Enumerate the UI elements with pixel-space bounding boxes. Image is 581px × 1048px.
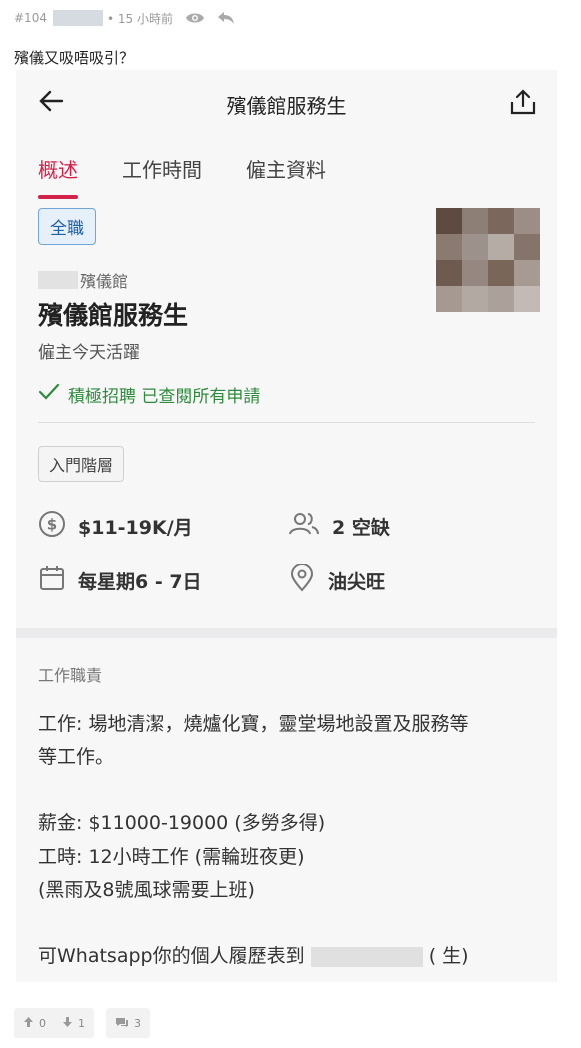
divider	[38, 422, 535, 423]
tab-overview[interactable]: 概述	[38, 154, 78, 199]
upvote-count: 0	[39, 1016, 46, 1030]
duties-heading: 工作職責	[38, 666, 103, 685]
salary-info: $ $11-19K/月	[38, 510, 193, 543]
schedule-info: 每星期6 - 7日	[38, 564, 202, 597]
employer-name-redacted	[38, 271, 78, 289]
app-topbar: 殯儀館服務生	[16, 70, 557, 134]
location-info: 油尖旺	[288, 563, 386, 597]
arrow-down-icon[interactable]	[62, 1016, 73, 1031]
employer-activity: 僱主今天活躍	[38, 343, 140, 363]
location-pin-icon	[288, 563, 316, 597]
eye-icon[interactable]	[185, 11, 205, 25]
upvote-button[interactable]: 0 1	[14, 1008, 94, 1038]
duties-line-2: 等工作。	[38, 746, 115, 768]
share-icon[interactable]	[509, 88, 537, 120]
reply-icon[interactable]	[217, 11, 235, 25]
contact-suffix: ( 生)	[428, 945, 469, 967]
downvote-count: 1	[78, 1016, 85, 1030]
vacancy-text: 2 空缺	[332, 517, 390, 539]
weather-detail: (黑雨及8號風球需要上班)	[38, 879, 255, 901]
tab-employer-info[interactable]: 僱主資料	[246, 154, 326, 183]
job-title: 殯儀館服務生	[38, 301, 189, 330]
level-badge: 入門階層	[38, 446, 125, 482]
reply-count: 3	[134, 1016, 141, 1030]
job-screenshot: 殯儀館服務生 概述 工作時間 僱主資料 全職 殯儀館 殯儀館服務生 僱主今天活躍…	[16, 70, 557, 982]
salary-text: $11-19K/月	[78, 517, 193, 539]
hours-detail: 工時: 12小時工作 (需輪班夜更)	[38, 846, 305, 868]
hiring-status-text: 積極招聘 已查閱所有申請	[68, 387, 261, 407]
page-title: 殯儀館服務生	[226, 94, 347, 118]
hiring-status: 積極招聘 已查閱所有申請	[38, 382, 260, 407]
contact-prefix: 可Whatsapp你的個人履歷表到	[38, 945, 305, 967]
dollar-icon: $	[38, 510, 66, 543]
people-icon	[288, 510, 320, 543]
post-title: 殯儀又吸唔吸引？	[14, 49, 135, 67]
post-time: • 15 小時前	[106, 11, 173, 26]
salary-detail: 薪金: $11000-19000 (多勞多得)	[38, 812, 326, 834]
check-icon	[38, 383, 60, 406]
location-text: 油尖旺	[328, 571, 386, 593]
username-redacted	[52, 10, 103, 26]
tab-working-hours[interactable]: 工作時間	[122, 154, 202, 183]
tab-bar: 概述 工作時間 僱主資料	[38, 154, 326, 199]
calendar-icon	[38, 564, 66, 597]
duties-line-1: 工作: 場地清潔，燒爐化寶，靈堂場地設置及服務等	[38, 713, 469, 735]
svg-text:$: $	[47, 516, 57, 534]
schedule-text: 每星期6 - 7日	[78, 571, 202, 593]
employment-type-badge: 全職	[38, 208, 96, 245]
comment-bubble-icon	[115, 1016, 129, 1031]
arrow-up-icon	[23, 1016, 34, 1031]
company-logo-pixelated	[436, 208, 540, 312]
phone-redacted	[310, 946, 423, 967]
contact-line: 可Whatsapp你的個人履歷表到 ( 生)	[38, 940, 469, 973]
reply-count-button[interactable]: 3	[106, 1008, 150, 1038]
employer-suffix: 殯儀館	[80, 272, 129, 291]
employer-name[interactable]: 殯儀館	[38, 268, 128, 292]
section-separator	[16, 628, 557, 638]
vacancy-info: 2 空缺	[288, 510, 390, 543]
post-number: #104	[14, 11, 47, 25]
post-meta: #104 • 15 小時前	[14, 8, 235, 28]
